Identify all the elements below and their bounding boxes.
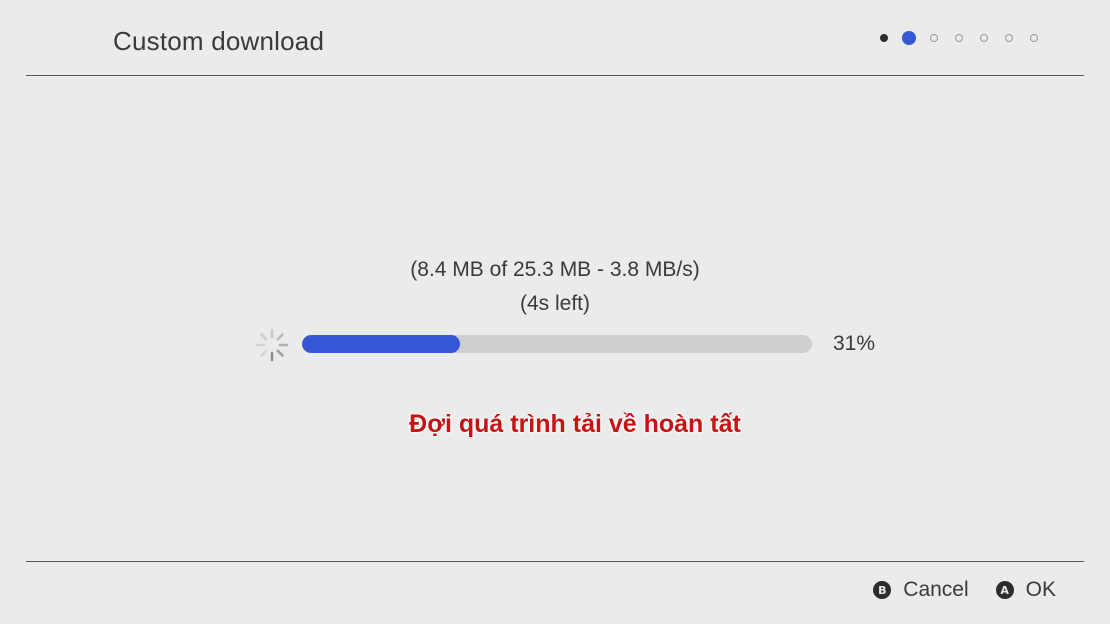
custom-download-screen: Custom download (8.4 MB of 25.3 MB - 3.8… (0, 0, 1110, 624)
wait-notice: Đợi quá trình tải về hoàn tất (409, 410, 741, 438)
ok-label: OK (1025, 578, 1056, 601)
time-remaining: (4s left) (519, 292, 590, 315)
loading-spinner-icon (255, 328, 289, 362)
step-dot-pending (930, 34, 938, 42)
cancel-label: Cancel (903, 578, 969, 601)
step-dot-completed (880, 34, 888, 42)
b-button-icon: B (873, 581, 892, 599)
download-progress-fill (302, 335, 461, 353)
footer-actions: B Cancel A OK (846, 578, 1056, 602)
step-dot-pending (1030, 34, 1038, 42)
step-dot-pending (1005, 34, 1013, 42)
a-button-icon: A (995, 581, 1014, 599)
footer-divider (26, 561, 1084, 562)
cancel-button[interactable]: B Cancel (873, 578, 969, 602)
progress-percent: 31% (833, 332, 876, 355)
ok-button[interactable]: A OK (995, 578, 1056, 602)
header-divider (26, 75, 1084, 76)
page-title: Custom download (113, 26, 325, 56)
transfer-status: (8.4 MB of 25.3 MB - 3.8 MB/s) (410, 258, 700, 281)
download-progress-bar (302, 335, 812, 353)
step-dot-current (902, 31, 916, 45)
step-dot-pending (955, 34, 963, 42)
step-indicator (880, 31, 1055, 45)
step-dot-pending (980, 34, 988, 42)
